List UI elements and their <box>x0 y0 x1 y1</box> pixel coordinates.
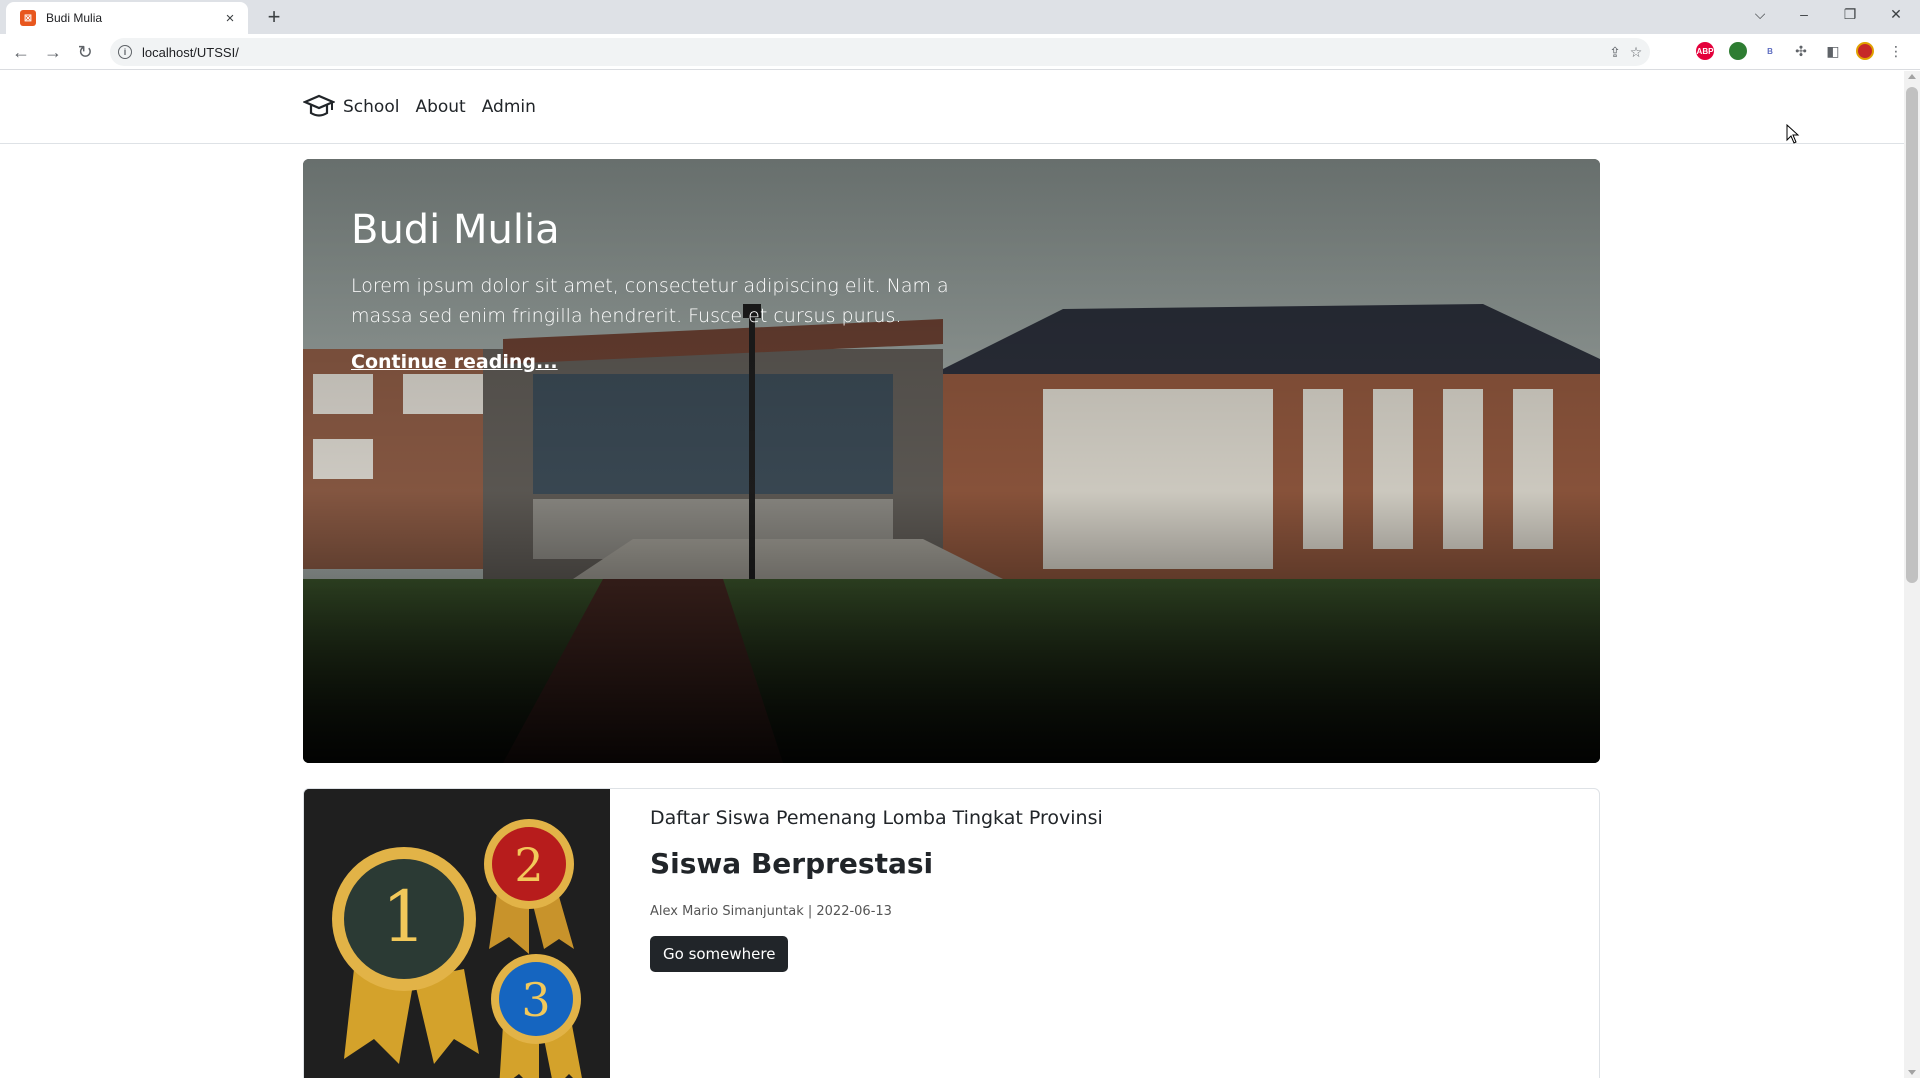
hero-title: Budi Mulia <box>351 207 560 253</box>
page-scrollbar[interactable] <box>1904 71 1920 1078</box>
minimize-icon[interactable]: – <box>1790 3 1818 25</box>
side-panel-icon[interactable]: ◧ <box>1822 40 1844 62</box>
tab-title: Budi Mulia <box>46 11 103 25</box>
medal-3-number: 3 <box>521 973 550 1027</box>
extension-globe-icon[interactable] <box>1729 42 1747 60</box>
nav-link-admin[interactable]: Admin <box>482 97 536 117</box>
medal-1-number: 1 <box>382 876 427 958</box>
tab-strip: ⊠ Budi Mulia × + ⌵ – ❐ ✕ <box>0 0 1920 34</box>
new-tab-button[interactable]: + <box>262 5 286 29</box>
hero-description: Lorem ipsum dolor sit amet, consectetur … <box>351 275 949 327</box>
card-title: Siswa Berprestasi <box>650 847 934 880</box>
forward-icon[interactable]: → <box>41 41 65 63</box>
medals-image: 1 2 3 <box>304 789 610 1078</box>
mouse-cursor-icon <box>1786 124 1800 144</box>
extension-b-icon[interactable]: B <box>1761 42 1779 60</box>
share-icon[interactable]: ⇪ <box>1604 41 1626 63</box>
go-somewhere-button[interactable]: Go somewhere <box>650 936 789 972</box>
site-brand[interactable]: School About Admin <box>303 93 552 121</box>
tab-search-icon[interactable]: ⌵ <box>1746 3 1774 25</box>
tab-close-icon[interactable]: × <box>222 10 238 27</box>
menu-icon[interactable]: ⋮ <box>1885 40 1907 62</box>
site-navbar: School About Admin <box>0 71 1904 144</box>
card-subtitle: Daftar Siswa Pemenang Lomba Tingkat Prov… <box>650 807 1103 829</box>
browser-tab[interactable]: ⊠ Budi Mulia × <box>6 2 248 34</box>
close-window-icon[interactable]: ✕ <box>1882 3 1910 25</box>
url-text[interactable]: localhost/UTSSI/ <box>142 45 239 60</box>
profile-avatar[interactable] <box>1856 42 1874 60</box>
card-meta: Alex Mario Simanjuntak | 2022-06-13 <box>650 904 892 919</box>
scroll-thumb[interactable] <box>1906 87 1918 583</box>
extensions-puzzle-icon[interactable]: ✣ <box>1790 40 1812 62</box>
adblock-icon[interactable]: ABP <box>1696 42 1714 60</box>
graduation-cap-icon <box>303 94 335 117</box>
address-bar[interactable]: i localhost/UTSSI/ ⇪ ☆ <box>110 38 1650 66</box>
xampp-favicon-icon: ⊠ <box>20 10 36 26</box>
scroll-down-icon[interactable] <box>1908 1070 1916 1075</box>
browser-toolbar: ← → ↻ i localhost/UTSSI/ ⇪ ☆ ✣ ◧ ⋮ <box>0 34 1920 70</box>
restore-icon[interactable]: ❐ <box>1836 3 1864 25</box>
continue-reading-link[interactable]: Continue reading... <box>351 351 558 373</box>
nav-link-about[interactable]: About <box>415 97 465 117</box>
bookmark-star-icon[interactable]: ☆ <box>1625 41 1647 63</box>
site-info-icon[interactable]: i <box>118 45 132 59</box>
scroll-up-icon[interactable] <box>1908 74 1916 79</box>
hero-banner: Budi Mulia Lorem ipsum dolor sit amet, c… <box>303 159 1600 763</box>
back-icon[interactable]: ← <box>9 41 33 63</box>
achievement-card: 1 2 3 Daftar Siswa Pemenang Lomba Tingka… <box>303 788 1600 1078</box>
reload-icon[interactable]: ↻ <box>73 41 97 63</box>
nav-brand-school[interactable]: School <box>343 97 399 117</box>
medal-2-number: 2 <box>514 838 543 892</box>
page-viewport: School About Admin Budi Mulia Lorem ipsu… <box>0 71 1904 1078</box>
